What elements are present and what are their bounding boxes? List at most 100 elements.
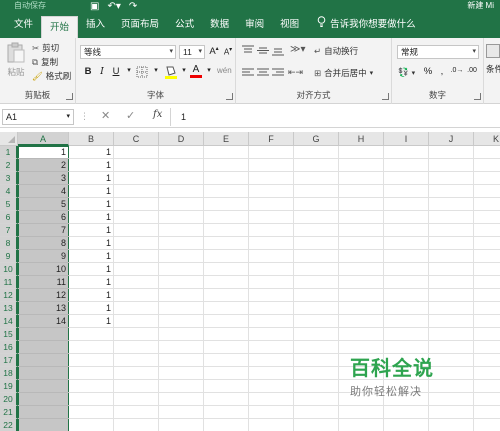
format-painter-button[interactable]: 🖌 格式刷 xyxy=(32,70,71,82)
decrease-decimal-icon[interactable]: .00 xyxy=(465,67,479,74)
column-header-e[interactable]: E xyxy=(204,132,249,146)
undo-icon[interactable]: ↶▾ xyxy=(107,1,120,12)
tab-data[interactable]: 数据 xyxy=(202,12,237,38)
align-bottom-button[interactable] xyxy=(272,45,284,58)
column-a-cell[interactable]: 13 xyxy=(18,302,69,315)
number-format-select[interactable]: 常规 ▾ xyxy=(397,45,479,59)
column-b-cell[interactable]: 1 xyxy=(69,198,114,211)
tab-insert[interactable]: 插入 xyxy=(78,12,113,38)
align-top-button[interactable] xyxy=(242,45,254,58)
chevron-down-icon[interactable]: ▾ xyxy=(178,66,190,74)
italic-button[interactable]: I xyxy=(96,66,108,77)
align-left-button[interactable] xyxy=(242,67,254,80)
column-a-cell[interactable]: 4 xyxy=(18,185,69,198)
column-header-c[interactable]: C xyxy=(114,132,159,146)
name-box[interactable]: A1 ▾ xyxy=(2,109,74,125)
column-header-k[interactable]: K xyxy=(474,132,500,146)
tab-page-layout[interactable]: 页面布局 xyxy=(113,12,167,38)
column-a-cell[interactable]: 6 xyxy=(18,211,69,224)
conditional-formatting-button[interactable]: 条件格 xyxy=(486,44,500,75)
chevron-down-icon[interactable]: ▾ xyxy=(123,66,135,74)
row-header-6[interactable]: 6 xyxy=(0,211,18,224)
wrap-text-button[interactable]: ↵ 自动换行 xyxy=(314,45,358,57)
bold-button[interactable]: B xyxy=(82,66,94,77)
orientation-icon[interactable]: ≫▾ xyxy=(290,44,306,55)
merge-center-button[interactable]: ⊞ 合并后居中 ▾ xyxy=(314,67,373,79)
paste-button[interactable]: 粘贴 xyxy=(4,42,28,78)
font-size-select[interactable]: 11 ▾ xyxy=(179,45,205,59)
tab-home[interactable]: 开始 xyxy=(41,16,79,38)
dialog-launcher-icon[interactable] xyxy=(382,93,389,100)
align-center-button[interactable] xyxy=(257,67,269,80)
font-name-select[interactable]: 等线 ▾ xyxy=(80,45,176,59)
column-header-h[interactable]: H xyxy=(339,132,384,146)
column-header-b[interactable]: B xyxy=(69,132,114,146)
column-b-cell[interactable]: 1 xyxy=(69,250,114,263)
underline-button[interactable]: U xyxy=(110,66,122,77)
indent-icon[interactable]: ⇤⇥ xyxy=(288,67,303,78)
grow-font-button[interactable]: A▴ xyxy=(208,45,220,57)
accounting-button[interactable]: 💱 ▾ xyxy=(398,67,415,78)
row-header-17[interactable]: 17 xyxy=(0,354,18,367)
borders-button[interactable] xyxy=(136,66,148,80)
row-header-1[interactable]: 1 xyxy=(0,146,18,159)
formula-bar-divider-icon[interactable]: ⋮ xyxy=(80,111,89,122)
row-header-22[interactable]: 22 xyxy=(0,419,18,431)
row-header-11[interactable]: 11 xyxy=(0,276,18,289)
cancel-icon[interactable]: ✕ xyxy=(101,109,110,122)
column-b-cell[interactable]: 1 xyxy=(69,276,114,289)
row-header-20[interactable]: 20 xyxy=(0,393,18,406)
redo-icon[interactable]: ↷ xyxy=(129,1,137,12)
column-b-cell[interactable]: 1 xyxy=(69,224,114,237)
fill-color-button[interactable] xyxy=(164,64,178,82)
tab-view[interactable]: 视图 xyxy=(272,12,307,38)
column-a-cell[interactable]: 10 xyxy=(18,263,69,276)
column-header-f[interactable]: F xyxy=(249,132,294,146)
column-a-cell[interactable]: 7 xyxy=(18,224,69,237)
align-middle-button[interactable] xyxy=(257,45,269,58)
row-header-8[interactable]: 8 xyxy=(0,237,18,250)
dialog-launcher-icon[interactable] xyxy=(66,93,73,100)
dialog-launcher-icon[interactable] xyxy=(474,93,481,100)
row-header-16[interactable]: 16 xyxy=(0,341,18,354)
chevron-down-icon[interactable]: ▾ xyxy=(203,66,215,74)
tell-me-box[interactable]: 告诉我你想要做什么 xyxy=(307,12,416,38)
row-header-19[interactable]: 19 xyxy=(0,380,18,393)
row-header-9[interactable]: 9 xyxy=(0,250,18,263)
phonetic-icon[interactable]: wén xyxy=(217,66,232,75)
row-header-3[interactable]: 3 xyxy=(0,172,18,185)
tab-review[interactable]: 审阅 xyxy=(237,12,272,38)
row-header-14[interactable]: 14 xyxy=(0,315,18,328)
row-header-13[interactable]: 13 xyxy=(0,302,18,315)
column-b-cell[interactable]: 1 xyxy=(69,315,114,328)
column-a-cell[interactable]: 11 xyxy=(18,276,69,289)
column-b-cell[interactable]: 1 xyxy=(69,237,114,250)
column-a-cell[interactable]: 9 xyxy=(18,250,69,263)
comma-button[interactable]: , xyxy=(436,66,448,77)
percent-button[interactable]: % xyxy=(422,66,434,77)
row-header-15[interactable]: 15 xyxy=(0,328,18,341)
tab-file[interactable]: 文件 xyxy=(6,12,41,38)
column-b-cell[interactable]: 1 xyxy=(69,211,114,224)
insert-function-button[interactable]: fx xyxy=(153,109,162,120)
row-header-21[interactable]: 21 xyxy=(0,406,18,419)
enter-icon[interactable]: ✓ xyxy=(126,109,135,122)
column-b-cell[interactable]: 1 xyxy=(69,146,114,159)
column-header-g[interactable]: G xyxy=(294,132,339,146)
cut-button[interactable]: ✂ 剪切 xyxy=(32,42,59,54)
column-b-cell[interactable]: 1 xyxy=(69,263,114,276)
tab-formulas[interactable]: 公式 xyxy=(167,12,202,38)
row-header-4[interactable]: 4 xyxy=(0,185,18,198)
align-right-button[interactable] xyxy=(272,67,284,80)
column-b-cell[interactable]: 1 xyxy=(69,302,114,315)
column-header-d[interactable]: D xyxy=(159,132,204,146)
chevron-down-icon[interactable]: ▾ xyxy=(150,66,162,74)
shrink-font-button[interactable]: A▾ xyxy=(222,46,234,57)
row-header-18[interactable]: 18 xyxy=(0,367,18,380)
row-header-2[interactable]: 2 xyxy=(0,159,18,172)
column-a-cell[interactable]: 5 xyxy=(18,198,69,211)
column-a-cell[interactable]: 12 xyxy=(18,289,69,302)
column-a-cell[interactable]: 2 xyxy=(18,159,69,172)
increase-decimal-icon[interactable]: .0→ xyxy=(450,67,464,74)
column-a-cell[interactable]: 3 xyxy=(18,172,69,185)
